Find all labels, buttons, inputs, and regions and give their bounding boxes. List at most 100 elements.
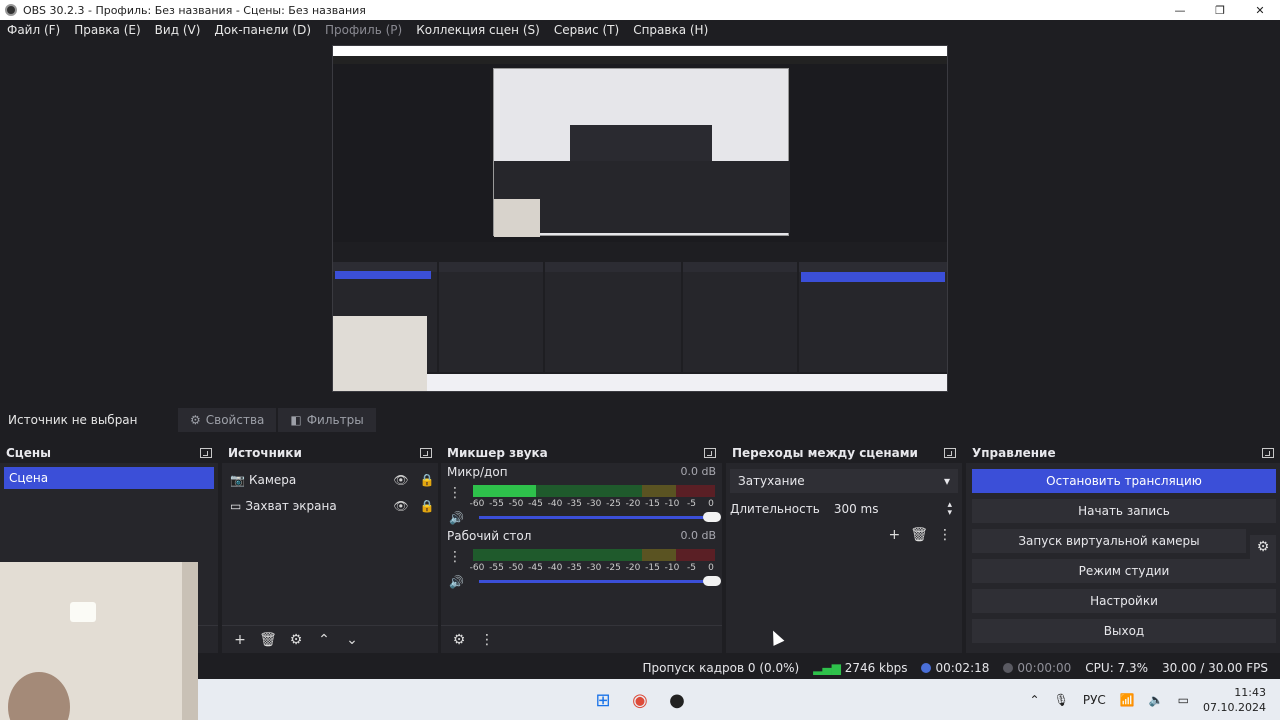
undock-icon[interactable] (200, 448, 212, 458)
stop-stream-button[interactable]: Остановить трансляцию (972, 469, 1276, 493)
gear-icon[interactable]: ⚙ (1250, 535, 1276, 559)
lock-icon[interactable]: 🔒 (416, 499, 438, 513)
meter-ticks: -60 -55 -50 -45 -40 -35 -30 -25 -20 -15 -10 -5 0 (470, 499, 715, 511)
menu-docks[interactable]: Док-панели (D) (207, 23, 318, 37)
preview-capture-image (332, 45, 948, 392)
obs-taskbar-icon[interactable]: ● (666, 689, 688, 711)
mixer-title: Микшер звука (447, 446, 548, 460)
window-title: OBS 30.2.3 - Профиль: Без названия - Сце… (23, 3, 366, 17)
meter-zone (642, 549, 677, 561)
transition-selected: Затухание (738, 474, 805, 488)
settings-button[interactable]: Настройки (972, 589, 1276, 613)
minimize-button[interactable]: — (1160, 0, 1200, 20)
menu-profile[interactable]: Профиль (P) (318, 23, 409, 37)
close-button[interactable]: ✕ (1240, 0, 1280, 20)
eye-icon[interactable]: 👁 (390, 499, 412, 513)
chevron-down-icon: ▾ (943, 474, 950, 488)
slider-handle[interactable] (703, 512, 721, 522)
chevron-up-icon[interactable]: ⌃ (1030, 693, 1040, 707)
remove-transition-button[interactable]: 🗑 (910, 527, 928, 543)
stream-icon (921, 663, 932, 673)
sources-toolbar: + 🗑 ⚙ ⌃ ⌄ (222, 625, 438, 653)
meter-tick-label: -20 (625, 563, 641, 573)
windows-start-icon[interactable]: ⊞ (592, 689, 614, 711)
meter-tick-label: -5 (687, 499, 696, 509)
chrome-icon[interactable]: ◉ (629, 689, 651, 711)
start-record-button[interactable]: Начать запись (972, 499, 1276, 523)
more-icon[interactable]: ⋮ (447, 485, 463, 501)
battery-icon[interactable]: ▭ (1178, 693, 1189, 707)
transition-menu-button[interactable]: ⋮ (938, 527, 952, 543)
add-source-button[interactable]: + (230, 630, 250, 650)
channel-name: Рабочий стол (447, 529, 532, 543)
filters-button[interactable]: ◧ Фильтры (278, 408, 376, 432)
system-tray: ⌃ 🎙 РУС 📶 🔈 ▭ 11:43 07.10.2024 (1030, 679, 1266, 720)
meter-tick-label: 0 (708, 563, 714, 573)
duration-row: Длительность 300 ms ▴ ▾ (730, 497, 958, 521)
properties-button[interactable]: ⚙ Свойства (178, 408, 277, 432)
menu-view[interactable]: Вид (V) (148, 23, 208, 37)
clock-time: 11:43 (1234, 685, 1266, 699)
transitions-header: Переходы между сценами (726, 443, 962, 463)
channel-db: 0.0 dB (680, 529, 716, 542)
duration-spinbox[interactable]: 300 ms ▴ ▾ (827, 498, 958, 520)
more-icon[interactable]: ⋮ (447, 549, 463, 565)
meter-tick-label: -40 (547, 563, 563, 573)
source-item-screen-capture[interactable]: ▭ Захват экрана 👁 🔒 (222, 493, 438, 519)
record-time: 00:00:00 (1017, 661, 1072, 675)
meter-tick-label: -15 (645, 563, 660, 573)
volume-slider[interactable] (479, 576, 721, 586)
scene-item-label: Сцена (9, 471, 49, 485)
record-icon (1003, 663, 1014, 673)
meter-zone (676, 549, 715, 561)
meter-tick-label: -55 (489, 563, 504, 573)
spin-arrows-icon[interactable]: ▴ ▾ (947, 501, 952, 518)
studio-mode-button[interactable]: Режим студии (972, 559, 1276, 583)
speaker-icon[interactable]: 🔊 (449, 575, 464, 589)
menu-tools[interactable]: Сервис (T) (547, 23, 626, 37)
menu-file[interactable]: Файл (F) (0, 23, 67, 37)
transition-select[interactable]: Затухание ▾ (730, 469, 958, 493)
undock-icon[interactable] (420, 448, 432, 458)
meter-tick-label: -10 (664, 499, 680, 509)
maximize-button[interactable]: ❐ (1200, 0, 1240, 20)
menu-help[interactable]: Справка (H) (626, 23, 715, 37)
move-down-button[interactable]: ⌄ (342, 630, 362, 650)
windows-taskbar: ⊞ ◉ ● ⌃ 🎙 РУС 📶 🔈 ▭ 11:43 07.10.2024 (198, 679, 1280, 720)
volume-slider[interactable] (479, 512, 721, 522)
source-settings-button[interactable]: ⚙ (286, 630, 306, 650)
stream-time: 00:02:18 (935, 661, 990, 675)
undock-icon[interactable] (704, 448, 716, 458)
filter-icon: ◧ (290, 413, 302, 427)
meter-zone (473, 549, 643, 561)
meter-tick-label: -55 (489, 499, 504, 509)
menu-edit[interactable]: Правка (E) (67, 23, 147, 37)
wifi-icon[interactable]: 📶 (1120, 693, 1135, 707)
undock-icon[interactable] (944, 448, 956, 458)
mixer-menu-button[interactable]: ⋮ (477, 630, 497, 650)
lock-icon[interactable]: 🔒 (416, 473, 438, 487)
move-up-button[interactable]: ⌃ (314, 630, 334, 650)
clock-date: 07.10.2024 (1203, 700, 1266, 714)
meter-tick-label: -10 (664, 563, 680, 573)
source-item-camera[interactable]: 📷 Камера 👁 🔒 (222, 467, 438, 493)
language-indicator[interactable]: РУС (1083, 693, 1106, 707)
menu-scene-collection[interactable]: Коллекция сцен (S) (409, 23, 547, 37)
add-transition-button[interactable]: + (888, 527, 900, 543)
meter-tick-label: -35 (567, 499, 582, 509)
meter-ticks: -60 -55 -50 -45 -40 -35 -30 -25 -20 -15 -10 -5 0 (470, 563, 715, 575)
controls-header: Управление (966, 443, 1280, 463)
slider-handle[interactable] (703, 576, 721, 586)
scene-item[interactable]: Сцена (4, 467, 214, 489)
exit-button[interactable]: Выход (972, 619, 1276, 643)
eye-icon[interactable]: 👁 (390, 473, 412, 487)
virtual-camera-button[interactable]: Запуск виртуальной камеры (972, 529, 1246, 553)
remove-source-button[interactable]: 🗑 (258, 630, 278, 650)
undock-icon[interactable] (1262, 448, 1274, 458)
microphone-icon[interactable]: 🎙 (1054, 693, 1069, 707)
speaker-icon[interactable]: 🔊 (449, 511, 464, 525)
advanced-audio-button[interactable]: ⚙ (449, 630, 469, 650)
clock[interactable]: 11:43 07.10.2024 (1203, 685, 1266, 715)
volume-icon[interactable]: 🔈 (1149, 693, 1164, 707)
preview-area[interactable] (0, 39, 1280, 400)
